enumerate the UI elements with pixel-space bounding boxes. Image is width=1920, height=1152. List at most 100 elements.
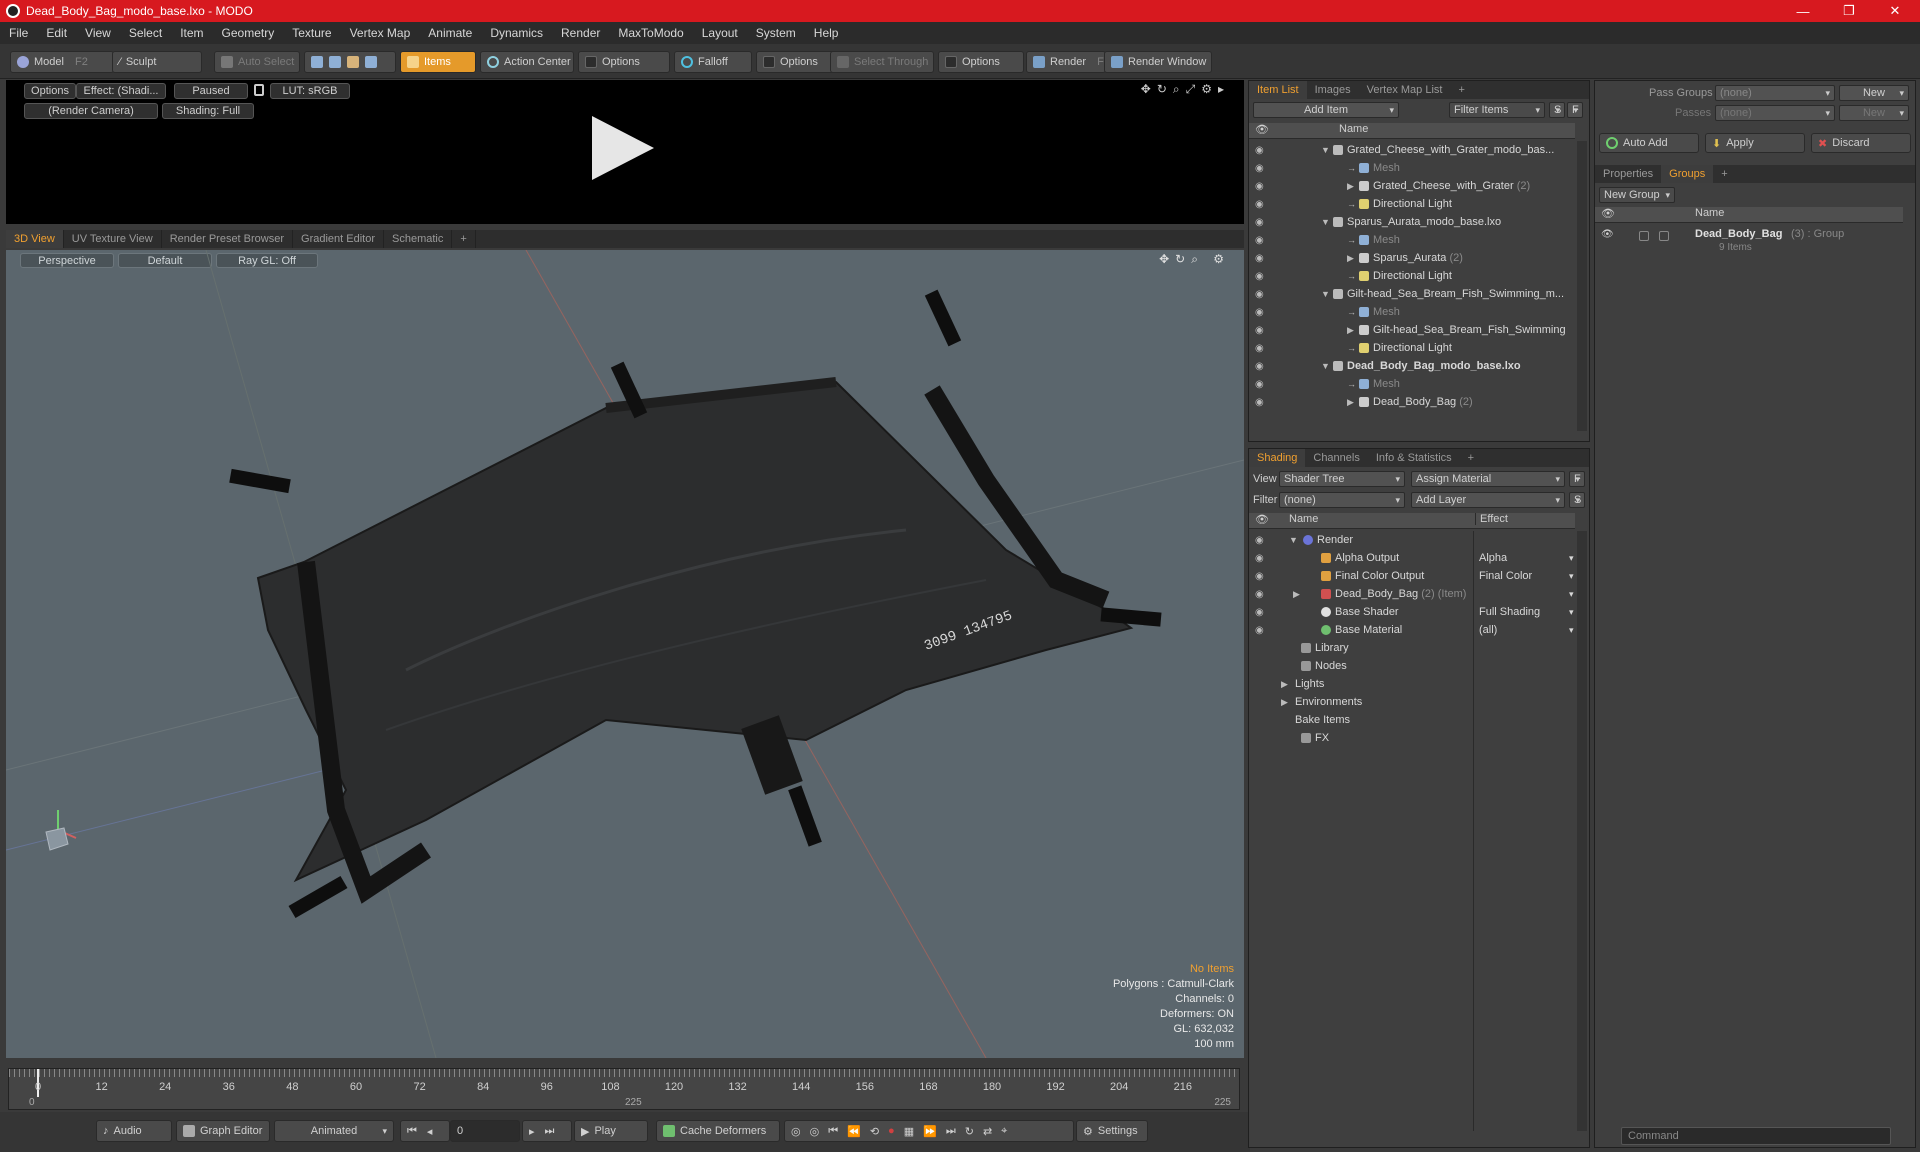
expand-toggle-icon[interactable]: ▼ <box>1289 535 1298 545</box>
eye-icon[interactable]: ◉ <box>1255 199 1269 210</box>
view-dropdown[interactable]: Shader Tree <box>1279 471 1405 487</box>
tab-item-list[interactable]: Item List <box>1249 81 1307 99</box>
cache-deformers-button[interactable]: Cache Deformers <box>656 1120 780 1142</box>
menu-dynamics[interactable]: Dynamics <box>481 26 552 40</box>
expand-toggle-icon[interactable]: ▶ <box>1281 697 1288 708</box>
eye-icon[interactable]: ◉ <box>1255 163 1269 174</box>
effect-dropdown[interactable]: Effect: (Shadi... <box>76 83 166 99</box>
eye-icon[interactable]: ◉ <box>1255 271 1269 282</box>
shader-row[interactable]: Bake Items <box>1249 711 1575 729</box>
expand-toggle-icon[interactable]: ▶ <box>1347 325 1354 336</box>
render-camera-dropdown[interactable]: (Render Camera) <box>24 103 158 119</box>
settings-button[interactable]: ⚙ Settings <box>1076 1120 1148 1142</box>
add-layer-dropdown[interactable]: Add Layer <box>1411 492 1565 508</box>
eye-icon[interactable]: ◉ <box>1255 145 1269 156</box>
item-row[interactable]: ◉ ▼ Grated_Cheese_with_Grater_modo_bas... <box>1249 141 1575 159</box>
tab-channels[interactable]: Channels <box>1305 449 1367 467</box>
prev-frame-key-icon[interactable]: ⏪ <box>847 1125 861 1138</box>
menu-animate[interactable]: Animate <box>419 26 481 40</box>
key-options-icon[interactable]: ◎ <box>810 1125 820 1138</box>
item-row[interactable]: ◉ ▶ Grated_Cheese_with_Grater (2) <box>1249 177 1575 195</box>
item-row[interactable]: ◉ → Mesh <box>1249 159 1575 177</box>
polygons-mode-icon[interactable] <box>347 56 359 68</box>
vertices-mode-icon[interactable] <box>311 56 323 68</box>
tab-schematic[interactable]: Schematic <box>384 230 453 248</box>
add-tab-button[interactable]: + <box>1450 81 1472 99</box>
shader-row[interactable]: ◉ Alpha Output Alpha ▾ <box>1249 549 1575 567</box>
falloff-options-button[interactable]: Options <box>756 51 834 73</box>
shader-row[interactable]: ◉ Base Shader Full Shading ▾ <box>1249 603 1575 621</box>
timeline[interactable]: 0 12 24 36 48 60 72 84 96 108 120 132 144 156 168 180 19… <box>8 1068 1240 1110</box>
eye-icon[interactable]: ◉ <box>1255 571 1269 582</box>
tab-render-preset-browser[interactable]: Render Preset Browser <box>162 230 294 248</box>
close-button[interactable]: ✕ <box>1872 0 1918 22</box>
falloff-button[interactable]: Falloff <box>674 51 752 73</box>
eye-icon[interactable]: ◉ <box>1255 289 1269 300</box>
item-row[interactable]: ◉ ▼ Dead_Body_Bag_modo_base.lxo <box>1249 357 1575 375</box>
item-row[interactable]: ◉ → Mesh <box>1249 231 1575 249</box>
new-pass-button[interactable]: New <box>1839 105 1909 121</box>
play-render-icon[interactable] <box>592 116 654 180</box>
menu-view[interactable]: View <box>76 26 120 40</box>
shader-row[interactable]: ◉ ▼ Render <box>1249 531 1575 549</box>
apply-button[interactable]: ⬇ Apply <box>1705 133 1805 153</box>
animated-dropdown[interactable]: Animated ▾ <box>274 1120 394 1142</box>
item-row[interactable]: ◉ ▶ Sparus_Aurata (2) <box>1249 249 1575 267</box>
go-to-start-icon[interactable]: ⏮ <box>407 1125 417 1138</box>
auto-add-button[interactable]: Auto Add <box>1599 133 1699 153</box>
tab-groups[interactable]: Groups <box>1661 165 1714 183</box>
item-row[interactable]: ◉ → Directional Light <box>1249 267 1575 285</box>
shading-dropdown[interactable]: Shading: Full <box>162 103 254 119</box>
filter-items-input[interactable]: Filter Items <box>1449 102 1545 118</box>
new-pass-group-button[interactable]: New <box>1839 85 1909 101</box>
tab-3d-view[interactable]: 3D View <box>6 230 64 248</box>
render-preview[interactable]: Options Effect: (Shadi... Paused LUT: sR… <box>6 80 1244 224</box>
expand-toggle-icon[interactable]: ▶ <box>1281 679 1288 690</box>
effect-dropdown[interactable]: Full Shading <box>1479 606 1569 618</box>
shading-scrollbar[interactable] <box>1577 531 1587 1131</box>
shader-row[interactable]: ◉ ▶ Dead_Body_Bag (2) (Item) ▾ <box>1249 585 1575 603</box>
eye-icon[interactable]: 👁 <box>1601 229 1614 240</box>
eye-icon[interactable]: ◉ <box>1255 253 1269 264</box>
chevron-down-icon[interactable]: ▾ <box>1569 589 1574 600</box>
shader-row[interactable]: ◉ Final Color Output Final Color ▾ <box>1249 567 1575 585</box>
shader-row[interactable]: Library <box>1249 639 1575 657</box>
item-row[interactable]: ◉ → Mesh <box>1249 303 1575 321</box>
item-row[interactable]: ◉ ▼ Gilt-head_Sea_Bream_Fish_Swimming_m... <box>1249 285 1575 303</box>
eye-icon[interactable]: ◉ <box>1255 235 1269 246</box>
discard-button[interactable]: ✖ Discard <box>1811 133 1911 153</box>
eye-icon[interactable]: ◉ <box>1255 325 1269 336</box>
step-back-icon[interactable]: ◂ <box>427 1125 433 1138</box>
shader-row[interactable]: Nodes <box>1249 657 1575 675</box>
lock-icon[interactable] <box>254 84 264 96</box>
effect-dropdown[interactable]: Alpha <box>1479 552 1569 564</box>
paused-toggle[interactable]: Paused <box>174 83 248 99</box>
menu-layout[interactable]: Layout <box>693 26 747 40</box>
menu-vertex-map[interactable]: Vertex Map <box>341 26 420 40</box>
menu-select[interactable]: Select <box>120 26 171 40</box>
body-bag-mesh[interactable]: 3099 134795 <box>229 289 1162 919</box>
go-to-end-icon[interactable]: ⏭ <box>545 1125 555 1138</box>
menu-system[interactable]: System <box>747 26 805 40</box>
action-center-button[interactable]: Action Center <box>480 51 574 73</box>
3d-viewport[interactable]: Perspective Default Ray GL: Off ✥↻⌕ ⚙ 30… <box>6 250 1244 1058</box>
sculpt-button[interactable]: ⁄ Sculpt <box>112 51 202 73</box>
render-view-controls-icon[interactable]: ✥↻⌕⤢⚙▸ <box>1141 82 1230 97</box>
render-window-button[interactable]: Render Window <box>1104 51 1212 73</box>
step-forward-icon[interactable]: ▸ <box>529 1125 535 1138</box>
shader-row[interactable]: FX <box>1249 729 1575 747</box>
maximize-button[interactable]: ❐ <box>1826 0 1872 22</box>
expand-toggle-icon[interactable]: ▶ <box>1347 253 1354 264</box>
shader-row[interactable]: ◉ Base Material (all) ▾ <box>1249 621 1575 639</box>
eye-icon[interactable]: ◉ <box>1255 535 1269 546</box>
eye-icon[interactable]: ◉ <box>1255 397 1269 408</box>
eye-icon[interactable]: ◉ <box>1255 553 1269 564</box>
add-tab-button[interactable]: + <box>452 230 476 248</box>
filter-f-button[interactable]: F <box>1567 102 1583 118</box>
expand-toggle-icon[interactable]: ▼ <box>1321 361 1330 371</box>
menu-texture[interactable]: Texture <box>283 26 340 40</box>
model-button[interactable]: Model F2 <box>10 51 114 73</box>
item-row[interactable]: ◉ → Mesh <box>1249 375 1575 393</box>
item-row[interactable]: ◉ ▶ Gilt-head_Sea_Bream_Fish_Swimming <box>1249 321 1575 339</box>
pass-groups-dropdown[interactable]: (none) <box>1715 85 1835 101</box>
